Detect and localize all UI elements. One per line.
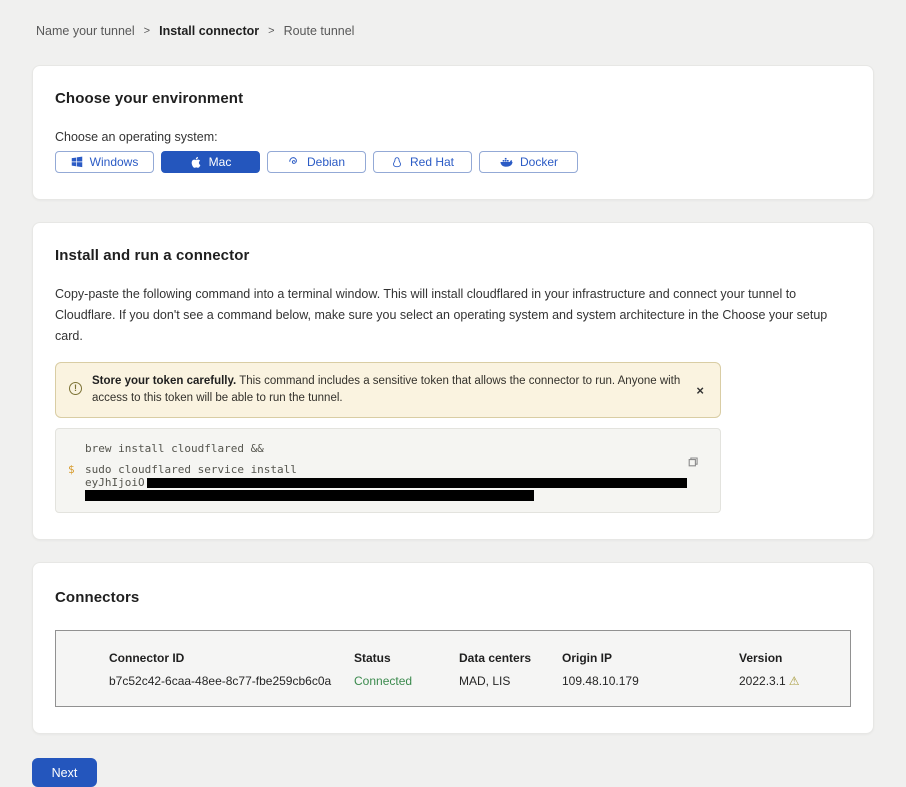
- copy-icon[interactable]: [686, 455, 700, 472]
- breadcrumb-separator: >: [268, 25, 274, 37]
- os-button-label: Windows: [90, 155, 139, 169]
- redhat-icon: [391, 156, 403, 169]
- os-select-label: Choose an operating system:: [55, 130, 851, 144]
- connector-id-value: b7c52c42-6caa-48ee-8c77-fbe259cb6c0a: [109, 674, 354, 688]
- install-command-code-block: $ brew install cloudflared && sudo cloud…: [55, 428, 721, 513]
- docker-icon: [499, 157, 513, 168]
- data-centers-value: MAD, LIS: [459, 674, 562, 688]
- install-connector-card: Install and run a connector Copy-paste t…: [32, 222, 874, 540]
- column-header-connector-id: Connector ID: [109, 651, 354, 665]
- os-button-windows[interactable]: Windows: [55, 151, 154, 173]
- status-badge: Connected: [354, 674, 459, 688]
- token-warning-title: Store your token carefully.: [92, 375, 236, 387]
- install-connector-title: Install and run a connector: [55, 247, 851, 264]
- os-button-mac[interactable]: Mac: [161, 151, 260, 173]
- os-button-group: Windows Mac Debian Red Hat Docker: [55, 151, 851, 173]
- column-header-version: Version: [739, 651, 840, 665]
- shell-prompt: $: [68, 463, 75, 476]
- origin-ip-value: 109.48.10.179: [562, 674, 739, 688]
- code-line-token: eyJhIjoiO: [85, 476, 708, 489]
- apple-icon: [190, 156, 202, 169]
- close-icon[interactable]: ×: [692, 382, 708, 399]
- column-header-origin-ip: Origin IP: [562, 651, 739, 665]
- install-connector-description: Copy-paste the following command into a …: [55, 284, 851, 347]
- windows-icon: [71, 156, 83, 168]
- column-header-data-centers: Data centers: [459, 651, 562, 665]
- os-button-label: Red Hat: [410, 155, 454, 169]
- os-button-label: Debian: [307, 155, 345, 169]
- debian-icon: [288, 156, 300, 168]
- connectors-title: Connectors: [55, 589, 851, 606]
- version-value: 2022.3.1⚠: [739, 674, 840, 688]
- breadcrumb-install-connector[interactable]: Install connector: [159, 24, 259, 38]
- connectors-table-header: Connector ID Status Data centers Origin …: [109, 651, 840, 665]
- code-line-brew-install: brew install cloudflared &&: [85, 442, 708, 455]
- next-button[interactable]: Next: [32, 758, 97, 787]
- environment-card: Choose your environment Choose an operat…: [32, 65, 874, 200]
- table-row: b7c52c42-6caa-48ee-8c77-fbe259cb6c0a Con…: [109, 674, 840, 688]
- breadcrumb: Name your tunnel > Install connector > R…: [0, 0, 906, 38]
- connectors-table: Connector ID Status Data centers Origin …: [55, 630, 851, 707]
- os-button-label: Docker: [520, 155, 558, 169]
- os-button-docker[interactable]: Docker: [479, 151, 578, 173]
- redaction-bar: [147, 478, 687, 488]
- os-button-redhat[interactable]: Red Hat: [373, 151, 472, 173]
- breadcrumb-separator: >: [144, 25, 150, 37]
- os-button-label: Mac: [209, 155, 232, 169]
- token-warning-text: Store your token carefully. This command…: [92, 373, 682, 407]
- alert-icon: !: [69, 382, 82, 395]
- warning-triangle-icon: ⚠: [789, 674, 800, 688]
- column-header-status: Status: [354, 651, 459, 665]
- breadcrumb-route-tunnel[interactable]: Route tunnel: [284, 24, 355, 38]
- connectors-card: Connectors Connector ID Status Data cent…: [32, 562, 874, 734]
- token-warning-banner: ! Store your token carefully. This comma…: [55, 362, 721, 418]
- environment-card-title: Choose your environment: [55, 90, 851, 107]
- redaction-bar: [85, 490, 534, 501]
- code-line-service-install: sudo cloudflared service install: [85, 463, 708, 476]
- token-prefix: eyJhIjoiO: [85, 476, 145, 489]
- breadcrumb-name-your-tunnel[interactable]: Name your tunnel: [36, 24, 135, 38]
- os-button-debian[interactable]: Debian: [267, 151, 366, 173]
